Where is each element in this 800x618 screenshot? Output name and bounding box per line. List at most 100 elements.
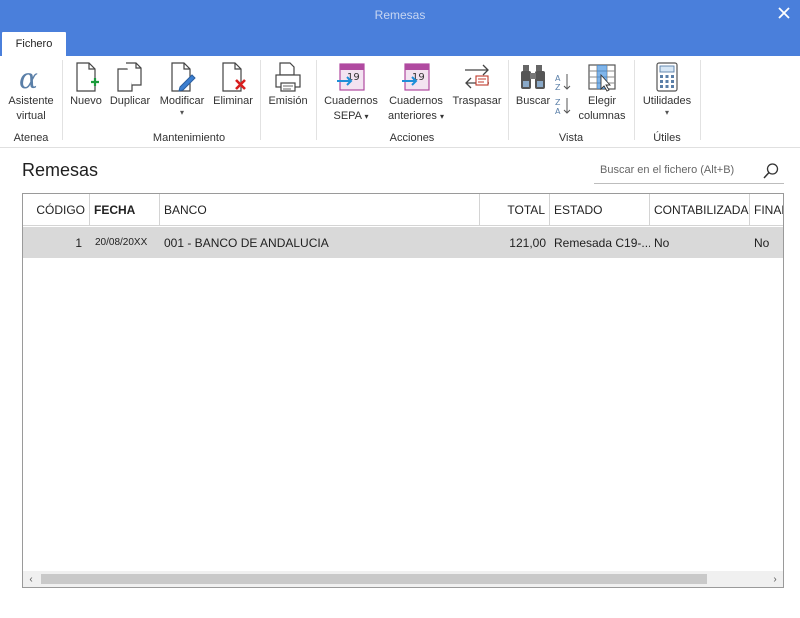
cell-total: 121,00 [509, 235, 546, 250]
duplicar-label: Duplicar [109, 95, 151, 107]
search-input[interactable]: Buscar en el fichero (Alt+B) [600, 164, 734, 176]
traspasar-button[interactable]: Traspasar [450, 60, 504, 109]
elegir-columnas-label-1: Elegir [587, 95, 617, 107]
chevron-down-icon: ▾ [664, 108, 669, 117]
cuadernos-anteriores-label-1: Cuadernos [389, 95, 443, 107]
chevron-right-icon: › [773, 573, 777, 585]
alpha-icon: α [14, 60, 48, 94]
duplicar-button[interactable]: Duplicar [107, 60, 153, 109]
elegir-columnas-label-2: columnas [578, 110, 626, 122]
cuadernos-sepa-label-2-wrap: SEPA ▾ [333, 109, 368, 124]
close-button[interactable] [768, 0, 800, 26]
cell-banco: 001 - BANCO DE ANDALUCIA [164, 235, 329, 250]
cuadernos-sepa-button[interactable]: 19 Cuadernos SEPA ▾ [320, 60, 382, 124]
cell-finan: No [754, 235, 770, 250]
window-title: Remesas [374, 8, 426, 22]
chevron-down-icon: ▾ [364, 112, 369, 121]
ribbon: α Asistente virtual Atenea Nuevo Duplica… [0, 56, 800, 148]
table-row[interactable]: 1 20/08/20XX 001 - BANCO DE ANDALUCIA 12… [23, 227, 783, 258]
new-document-icon [69, 60, 103, 94]
emision-button[interactable]: Emisión [264, 60, 312, 109]
calendar-arrow-icon: 19 [399, 60, 433, 94]
eliminar-label: Eliminar [213, 95, 253, 107]
asistente-virtual-button[interactable]: α Asistente virtual [4, 60, 58, 124]
remesas-table: CÓDIGO FECHA BANCO TOTAL ESTADO CONTABIL… [22, 193, 784, 588]
horizontal-scrollbar[interactable]: ‹ › [23, 571, 783, 587]
asistente-label-2: virtual [16, 110, 46, 122]
svg-text:α: α [19, 62, 38, 93]
ribbon-tabs: Fichero [0, 30, 800, 56]
group-separator [316, 60, 317, 140]
table-header: CÓDIGO FECHA BANCO TOTAL ESTADO CONTABIL… [23, 194, 783, 226]
sort-az-button[interactable]: A Z [555, 72, 571, 92]
title-bar: Remesas [0, 0, 800, 30]
columns-icon [585, 60, 619, 94]
emision-label: Emisión [268, 95, 308, 107]
transfer-icon [460, 60, 494, 94]
scroll-left-button[interactable]: ‹ [23, 571, 39, 587]
sort-za-button[interactable]: Z A [555, 96, 571, 116]
nuevo-label: Nuevo [70, 95, 102, 107]
cell-fecha: 20/08/20XX [95, 237, 148, 248]
search-icon[interactable] [762, 162, 780, 180]
chevron-left-icon: ‹ [29, 573, 33, 585]
binoculars-icon [516, 60, 550, 94]
chevron-down-icon: ▾ [179, 108, 184, 117]
group-label-utiles: Útiles [653, 132, 681, 144]
scrollbar-thumb[interactable] [41, 574, 707, 584]
cell-estado: Remesada C19-... [554, 235, 650, 250]
buscar-label: Buscar [515, 95, 551, 107]
cuadernos-sepa-label-1: Cuadernos [324, 95, 378, 107]
cuadernos-anteriores-button[interactable]: 19 Cuadernos anteriores ▾ [384, 60, 448, 124]
chevron-down-icon: ▾ [439, 112, 444, 121]
cuadernos-anteriores-label-2-wrap: anteriores ▾ [388, 109, 444, 124]
cuadernos-sepa-label-2: SEPA [333, 110, 362, 122]
sort-za-top: Z [555, 98, 561, 107]
calculator-icon [650, 60, 684, 94]
group-separator [700, 60, 701, 140]
eliminar-button[interactable]: Eliminar [210, 60, 256, 109]
group-separator [508, 60, 509, 140]
edit-document-icon [165, 60, 199, 94]
buscar-button[interactable]: Buscar [512, 60, 554, 109]
column-header-banco[interactable]: BANCO [160, 194, 480, 226]
column-header-fecha[interactable]: FECHA [90, 194, 160, 226]
nuevo-button[interactable]: Nuevo [66, 60, 106, 109]
modificar-label: Modificar [159, 95, 205, 107]
asistente-label-1: Asistente [8, 95, 54, 107]
calendar-arrow-icon: 19 [334, 60, 368, 94]
scroll-right-button[interactable]: › [767, 571, 783, 587]
tab-fichero[interactable]: Fichero [2, 32, 66, 56]
close-icon [778, 7, 790, 19]
sort-za-bottom: A [555, 107, 561, 116]
modificar-button[interactable]: Modificar ▾ [156, 60, 208, 117]
tab-label: Fichero [15, 38, 53, 50]
group-label-atenea: Atenea [13, 132, 49, 144]
elegir-columnas-button[interactable]: Elegir columnas [574, 60, 630, 124]
column-header-total[interactable]: TOTAL [480, 194, 550, 226]
group-separator [62, 60, 63, 140]
cell-contabilizada: No [654, 235, 670, 250]
cell-codigo: 1 [75, 235, 82, 250]
sort-az-icon: A Z [555, 74, 571, 92]
group-label-acciones: Acciones [389, 132, 435, 144]
delete-document-icon [216, 60, 250, 94]
duplicate-icon [113, 60, 147, 94]
group-label-vista: Vista [558, 132, 584, 144]
sort-az-bottom: Z [555, 83, 561, 92]
traspasar-label: Traspasar [452, 95, 502, 107]
sort-az-top: A [555, 74, 561, 83]
column-header-estado[interactable]: ESTADO [550, 194, 650, 226]
utilidades-button[interactable]: Utilidades ▾ [638, 60, 696, 117]
column-header-contabilizada[interactable]: CONTABILIZADA [650, 194, 750, 226]
group-label-mantenimiento: Mantenimiento [152, 132, 226, 144]
printer-icon [271, 60, 305, 94]
page-title: Remesas [22, 160, 99, 180]
group-separator [634, 60, 635, 140]
sort-za-icon: Z A [555, 98, 571, 116]
search-box[interactable]: Buscar en el fichero (Alt+B) [594, 158, 784, 184]
column-header-finan[interactable]: FINAN [750, 194, 783, 226]
column-header-codigo[interactable]: CÓDIGO [23, 194, 90, 226]
cuadernos-anteriores-label-2: anteriores [388, 110, 437, 122]
utilidades-label: Utilidades [642, 95, 692, 107]
